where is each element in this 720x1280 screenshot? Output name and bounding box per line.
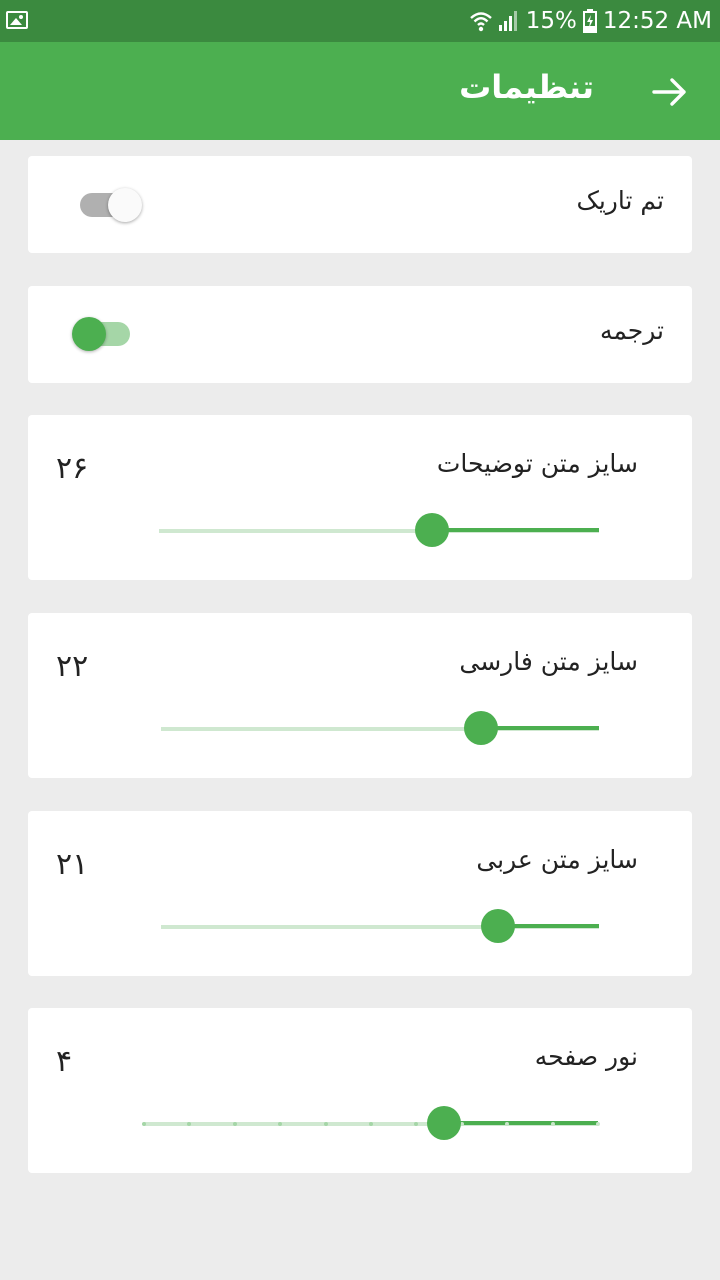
slider-thumb[interactable] [463,711,498,745]
status-bar: 15% 12:52 AM [0,0,720,42]
persian-size-card: سایز متن فارسی ۲۲ [28,613,692,778]
wifi-icon [469,10,492,32]
brightness-card: نور صفحه ۴ [28,1008,692,1173]
slider-step-tick [232,1122,237,1126]
image-notification-icon [6,11,28,29]
slider-step-tick [369,1122,373,1126]
dark-theme-switch[interactable] [72,180,142,230]
arabic-size-value: ۲۱ [56,847,89,882]
page-title: تنظیمات [459,68,594,106]
brightness-label: نور صفحه [534,1042,638,1071]
arabic-size-slider[interactable] [161,907,599,947]
description-size-label: سایز متن توضیحات [436,449,638,478]
brightness-value: ۴ [56,1044,73,1079]
slider-step-tick [323,1122,328,1126]
dark-theme-card: تم تاریک [28,156,692,253]
slider-thumb[interactable] [414,513,449,547]
signal-icon [498,10,520,32]
description-size-card: سایز متن توضیحات ۲۶ [28,415,692,580]
clock: 12:52 AM [602,8,712,34]
persian-size-slider[interactable] [161,709,599,749]
slider-thumb[interactable] [481,909,516,943]
battery-charging-icon [582,9,597,33]
description-size-value: ۲۶ [56,451,89,486]
slider-step-tick [142,1122,146,1126]
slider-step-tick [550,1122,555,1126]
translation-switch[interactable] [66,309,136,359]
brightness-slider[interactable] [142,1104,600,1144]
arabic-size-label: سایز متن عربی [476,845,638,874]
persian-size-label: سایز متن فارسی [459,647,638,676]
app-bar: تنظیمات [0,42,720,140]
slider-thumb[interactable] [426,1106,461,1140]
translation-label: ترجمه [599,316,664,345]
persian-size-value: ۲۲ [56,649,89,684]
slider-step-tick [596,1122,600,1126]
arabic-size-card: سایز متن عربی ۲۱ [28,811,692,976]
dark-theme-label: تم تاریک [576,186,664,215]
battery-percent: 15% [525,8,577,34]
description-size-slider[interactable] [159,511,599,551]
back-arrow-icon[interactable] [648,74,692,110]
translation-card: ترجمه [28,286,692,383]
